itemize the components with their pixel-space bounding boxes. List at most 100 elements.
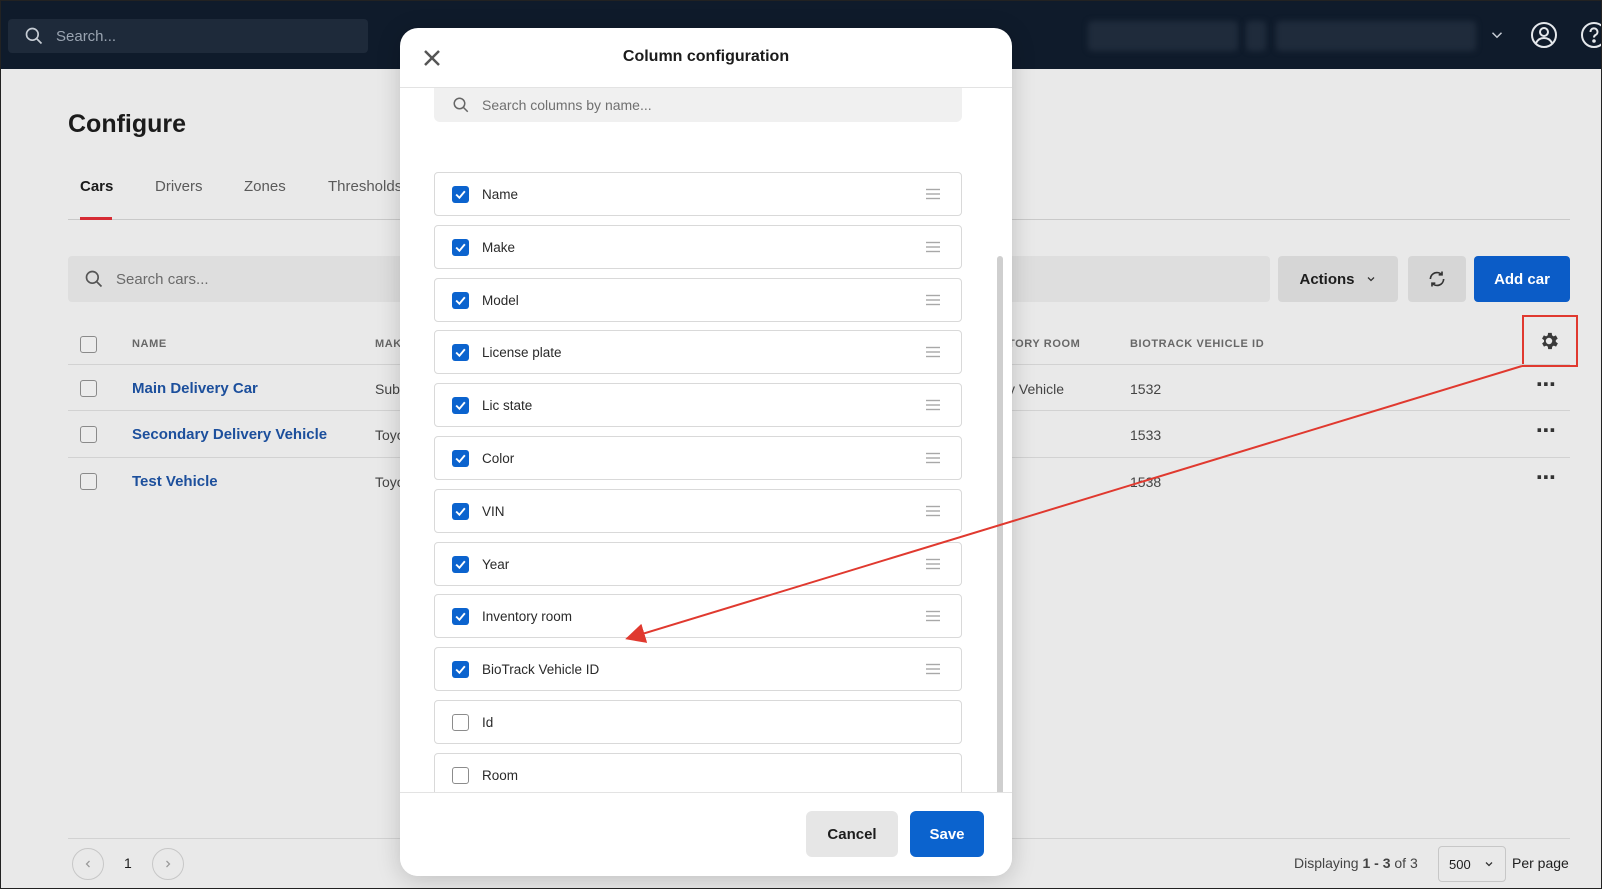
column-header-name[interactable]: NAME — [132, 338, 167, 350]
column-option[interactable]: Inventory room — [434, 594, 962, 639]
actions-button-label: Actions — [1299, 270, 1355, 288]
drag-handle-icon[interactable] — [925, 610, 941, 622]
column-header-inventory-room[interactable]: TORY ROOM — [1008, 338, 1080, 350]
next-page-button[interactable] — [152, 848, 184, 880]
row-more-options-icon[interactable]: ⋯ — [1536, 465, 1557, 490]
displaying-range: 1 - 3 — [1362, 855, 1391, 871]
row-checkbox[interactable] — [80, 473, 97, 490]
column-option-label: Inventory room — [482, 609, 573, 625]
chevron-down-icon — [1485, 862, 1493, 867]
column-checkbox[interactable] — [452, 291, 469, 309]
column-checkbox[interactable] — [452, 714, 469, 731]
row-more-options-icon[interactable]: ⋯ — [1536, 418, 1557, 443]
tab-drivers[interactable]: Drivers — [155, 178, 203, 195]
row-checkbox[interactable] — [80, 380, 97, 397]
column-checkbox[interactable] — [452, 397, 469, 415]
cars-search-placeholder: Search cars... — [116, 270, 209, 288]
column-checkbox[interactable] — [452, 661, 469, 679]
column-checkbox[interactable] — [452, 608, 469, 626]
global-search-input[interactable]: Search... — [8, 19, 368, 53]
column-option[interactable]: Room — [434, 752, 962, 797]
checkmark-icon — [455, 190, 466, 200]
tab-cars[interactable]: Cars — [80, 178, 113, 195]
drag-handle-icon[interactable] — [925, 188, 941, 200]
dialog-header: Column configuration — [400, 28, 1012, 88]
displaying-count: Displaying 1 - 3 of 3 — [1294, 855, 1418, 871]
active-tab-indicator — [80, 217, 112, 220]
drag-handle-icon[interactable] — [925, 241, 941, 253]
select-all-checkbox[interactable] — [80, 336, 97, 353]
tab-zones[interactable]: Zones — [244, 178, 286, 195]
chevron-down-icon[interactable] — [1488, 26, 1506, 44]
current-page-number[interactable]: 1 — [124, 855, 132, 871]
save-button[interactable]: Save — [910, 811, 984, 857]
prev-page-button[interactable] — [72, 848, 104, 880]
dialog-title: Column configuration — [622, 48, 790, 65]
checkmark-icon — [455, 454, 466, 464]
column-checkbox[interactable] — [452, 186, 469, 203]
drag-handle-icon[interactable] — [925, 558, 941, 570]
help-icon[interactable] — [1580, 21, 1602, 49]
column-option[interactable]: Name — [434, 172, 962, 216]
column-option[interactable]: License plate — [434, 330, 962, 375]
dialog-footer: Cancel Save — [400, 792, 1012, 876]
cancel-button[interactable]: Cancel — [806, 811, 898, 857]
checkmark-icon — [455, 613, 466, 622]
column-option-label: Lic state — [482, 398, 533, 414]
column-option-label: Make — [482, 239, 516, 255]
car-name-link[interactable]: Main Delivery Car — [132, 380, 258, 397]
add-car-button[interactable]: Add car — [1474, 256, 1570, 302]
chevron-right-icon — [166, 860, 171, 868]
checkmark-icon — [455, 349, 466, 358]
column-option[interactable]: VIN — [434, 488, 962, 533]
gear-icon[interactable] — [1538, 330, 1560, 352]
drag-handle-icon[interactable] — [925, 346, 941, 358]
checkmark-icon — [455, 401, 466, 411]
displaying-total: 3 — [1409, 855, 1418, 871]
refresh-icon — [1429, 271, 1445, 287]
car-biotrack-id: 1532 — [1130, 381, 1162, 397]
column-checkbox[interactable] — [452, 502, 469, 520]
drag-handle-icon[interactable] — [925, 505, 941, 517]
refresh-button[interactable] — [1408, 256, 1466, 302]
row-more-options-icon[interactable]: ⋯ — [1536, 372, 1557, 397]
column-option[interactable]: Make — [434, 224, 962, 269]
car-name-link[interactable]: Secondary Delivery Vehicle — [132, 426, 327, 443]
column-checkbox[interactable] — [452, 344, 469, 362]
tab-thresholds[interactable]: Thresholds — [328, 178, 402, 195]
car-name-link[interactable]: Test Vehicle — [132, 473, 218, 490]
column-checkbox[interactable] — [452, 450, 469, 467]
global-search-placeholder: Search... — [56, 27, 117, 45]
per-page-select[interactable]: 500 — [1438, 846, 1506, 882]
column-option[interactable]: Color — [434, 436, 962, 480]
column-header-biotrack-id[interactable]: BIOTRACK VEHICLE ID — [1130, 338, 1264, 350]
checkmark-icon — [455, 296, 466, 305]
actions-button[interactable]: Actions — [1278, 256, 1398, 302]
column-option[interactable]: Model — [434, 277, 962, 322]
column-option[interactable]: BioTrack Vehicle ID — [434, 647, 962, 692]
column-option[interactable]: Lic state — [434, 383, 962, 428]
drag-handle-icon[interactable] — [925, 663, 941, 675]
column-checkbox[interactable] — [452, 766, 469, 784]
car-biotrack-id: 1538 — [1130, 474, 1162, 490]
column-configuration-dialog: Column configuration Search columns by n… — [400, 28, 1012, 876]
drag-handle-icon[interactable] — [925, 399, 941, 411]
checkmark-icon — [455, 243, 466, 252]
column-search-input[interactable]: Search columns by name... — [434, 88, 962, 122]
user-account-icon[interactable] — [1530, 21, 1558, 49]
chevron-left-icon — [85, 860, 90, 868]
column-checkbox[interactable] — [452, 238, 469, 256]
row-checkbox[interactable] — [80, 426, 97, 443]
column-checkbox[interactable] — [452, 555, 469, 573]
scrollbar[interactable] — [997, 256, 1003, 850]
column-option[interactable]: Year — [434, 541, 962, 586]
drag-handle-icon[interactable] — [925, 294, 941, 306]
column-option[interactable]: Id — [434, 700, 962, 744]
column-header-make[interactable]: MAK — [375, 338, 402, 350]
blurred-account-name — [1088, 21, 1238, 51]
page-title: Configure — [68, 110, 187, 138]
drag-handle-icon[interactable] — [925, 452, 941, 464]
checkmark-icon — [455, 507, 466, 516]
blurred-location-name[interactable] — [1276, 21, 1476, 51]
column-option-label: Id — [482, 715, 494, 730]
